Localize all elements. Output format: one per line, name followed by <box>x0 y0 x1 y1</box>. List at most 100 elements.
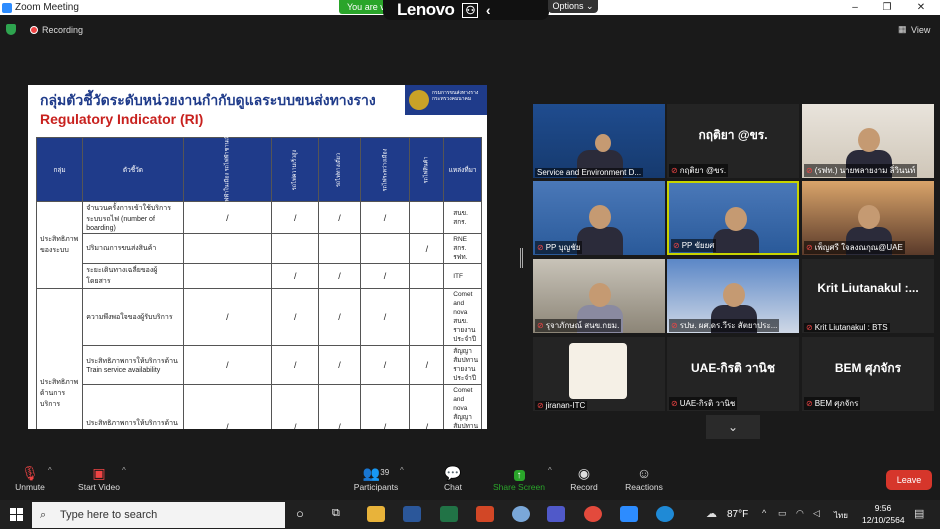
zoom-taskbar-icon[interactable] <box>620 506 638 522</box>
mark-cell: / <box>409 345 445 385</box>
participant-tile[interactable]: ⊘ รปษ. ผศ.ดร.วีระ สัตยาประ... <box>667 259 799 333</box>
participant-tile[interactable]: ⊘ jiranan-ITC <box>533 337 665 411</box>
avatar-image <box>569 343 627 399</box>
table-row: ประสิทธิภาพการให้บริการด้าน Train servic… <box>37 384 482 429</box>
chevron-left-icon[interactable]: ‹ <box>486 2 491 18</box>
taskbar-search-input[interactable]: ⌕ Type here to search <box>32 502 285 528</box>
participants-options-caret[interactable]: ^ <box>400 466 404 475</box>
reactions-button[interactable]: ☺ Reactions <box>622 462 666 500</box>
people-icon[interactable]: ⚇ <box>462 2 478 18</box>
col-source: แหล่งที่มา <box>443 137 482 202</box>
unmute-label: Unmute <box>15 482 45 492</box>
participant-body <box>713 229 759 253</box>
smiley-icon: ☺ <box>636 465 652 481</box>
mark-cell: / <box>359 345 411 385</box>
participant-tile[interactable]: UAE-กิรติ วานิช ⊘ UAE-กิรติ วานิช <box>667 337 799 411</box>
participants-count: 39 <box>380 468 390 477</box>
start-video-button[interactable]: ▣ Start Video <box>72 462 126 500</box>
view-options-button[interactable]: Options ⌄ <box>548 0 598 13</box>
mark-cell <box>359 233 411 264</box>
windows-start-icon[interactable] <box>10 508 23 521</box>
participant-tile[interactable]: Service and Environment D... <box>533 104 665 178</box>
participant-tile[interactable]: ⊘ (รฟท.) นายพลายงาม ลิ่วินนท์ <box>802 104 934 178</box>
task-view-icon[interactable]: ⧉ <box>332 507 340 520</box>
participant-tile[interactable]: Krit Liutanakul :... ⊘ Krit Liutanakul : B… <box>802 259 934 333</box>
chrome-dev-icon[interactable] <box>512 506 530 522</box>
participant-tile[interactable]: ⊘ เพ็ญศรี ใจลงณกุณ@UAE <box>802 181 934 255</box>
group-cell: ประสิทธิภาพ ของระบบ <box>35 201 84 289</box>
participant-tile[interactable]: BEM ศุภจักร ⊘ BEM ศุภจักร <box>802 337 934 411</box>
language-indicator[interactable]: ไทย <box>834 509 848 522</box>
recording-label[interactable]: Recording <box>42 25 83 35</box>
file-explorer-icon[interactable] <box>367 506 385 522</box>
mark-cell: / <box>271 263 320 289</box>
chrome-icon[interactable] <box>584 506 602 522</box>
weather-temp[interactable]: 87°F <box>727 509 748 520</box>
minimize-button[interactable]: – <box>840 0 870 15</box>
video-off-icon: ▣ <box>92 465 106 481</box>
powerpoint-icon[interactable] <box>476 506 494 522</box>
source-cell: Comet and nova สนข. รายงานประจำปี <box>443 288 482 346</box>
mark-cell: / <box>182 288 273 346</box>
volume-icon[interactable]: ◁ <box>813 508 820 519</box>
tray-chevron-icon[interactable]: ^ <box>762 508 766 518</box>
cortana-icon[interactable]: ○ <box>296 506 304 521</box>
participant-name: UAE-กิรติ วานิช <box>679 399 736 408</box>
chevron-down-icon[interactable]: ⌄ <box>706 415 760 439</box>
participant-tile[interactable]: ⊘ PP ขัยยศ <box>667 181 799 255</box>
source-item: รฟท. <box>453 254 468 261</box>
reactions-label: Reactions <box>625 482 663 492</box>
view-button[interactable]: View <box>911 25 930 35</box>
grid-icon[interactable]: ▦ <box>898 24 907 35</box>
source-cell: สัญญาสัมปทาน รายงานประจำปี <box>443 345 482 385</box>
audio-options-caret[interactable]: ^ <box>48 466 52 475</box>
indicator-cell: จำนวนครั้งการเข้าใช้บริการระบบรถไฟ (numb… <box>82 201 184 234</box>
participant-name: รุจาภักษณ์ สนข.กยม. <box>545 321 620 330</box>
source-item: สัญญาสัมปทาน <box>453 348 479 364</box>
participant-tile[interactable]: กฤติยา @ขร. ⊘ กฤติยา @ขร. <box>667 104 799 178</box>
muted-mic-icon: ⊘ <box>806 166 813 175</box>
participant-name: เพ็ญศรี ใจลงณกุณ@UAE <box>814 243 903 252</box>
leave-button[interactable]: Leave <box>886 470 932 490</box>
excel-icon[interactable] <box>440 506 458 522</box>
record-button[interactable]: ◉ Record <box>566 462 602 500</box>
edge-icon[interactable] <box>656 506 674 522</box>
mark-cell: / <box>318 384 361 429</box>
shield-icon[interactable] <box>6 24 16 35</box>
maximize-button[interactable]: ❐ <box>872 0 902 15</box>
source-item: ITF <box>453 272 463 280</box>
source-cell: RNE สกร. รฟท. <box>443 233 482 264</box>
wifi-icon[interactable]: ◠ <box>796 508 804 519</box>
source-item: RNE <box>453 236 467 243</box>
word-icon[interactable] <box>403 506 421 522</box>
battery-icon[interactable]: ▭ <box>778 508 787 519</box>
share-options-caret[interactable]: ^ <box>548 466 552 475</box>
chat-button[interactable]: 💬 Chat <box>438 462 468 500</box>
share-screen-button[interactable]: ↑ Share Screen <box>490 462 548 500</box>
participant-name: Service and Environment D... <box>537 168 642 177</box>
start-video-label: Start Video <box>78 482 120 492</box>
teams-icon[interactable] <box>547 506 565 522</box>
chat-icon: 💬 <box>444 465 462 481</box>
participant-name-large: Krit Liutanakul :... <box>817 281 919 295</box>
participant-name-label: ⊘ กฤติยา @ขร. <box>669 164 729 177</box>
participant-tile[interactable]: ⊘ รุจาภักษณ์ สนข.กยม. <box>533 259 665 333</box>
clock-date: 12/10/2564 <box>862 515 905 525</box>
unmute-button[interactable]: 🎙 Unmute <box>8 462 52 500</box>
participants-button[interactable]: 👥39 Participants <box>350 462 402 500</box>
notification-icon[interactable]: ▤ <box>914 507 924 520</box>
logo-text: กรมการขนส่งทางราง กระทรวงคมนาคม <box>432 90 479 102</box>
weather-icon[interactable]: ☁ <box>706 507 717 520</box>
close-button[interactable]: ✕ <box>906 0 936 15</box>
mark-cell: / <box>318 288 361 346</box>
indicator-cell: ประสิทธิภาพการให้บริการด้าน Train servic… <box>82 384 184 429</box>
resize-handle[interactable] <box>520 248 523 268</box>
participant-name-large: UAE-กิรติ วานิช <box>691 361 775 375</box>
participants-label: Participants <box>353 482 399 492</box>
taskbar-clock[interactable]: 9:56 12/10/2564 <box>862 502 905 526</box>
mark-cell <box>409 288 445 346</box>
participant-name: รปษ. ผศ.ดร.วีระ สัตยาประ... <box>679 321 778 330</box>
video-options-caret[interactable]: ^ <box>122 466 126 475</box>
participant-tile[interactable]: ⊘ PP บุญชัย <box>533 181 665 255</box>
mark-cell: / <box>271 201 320 234</box>
